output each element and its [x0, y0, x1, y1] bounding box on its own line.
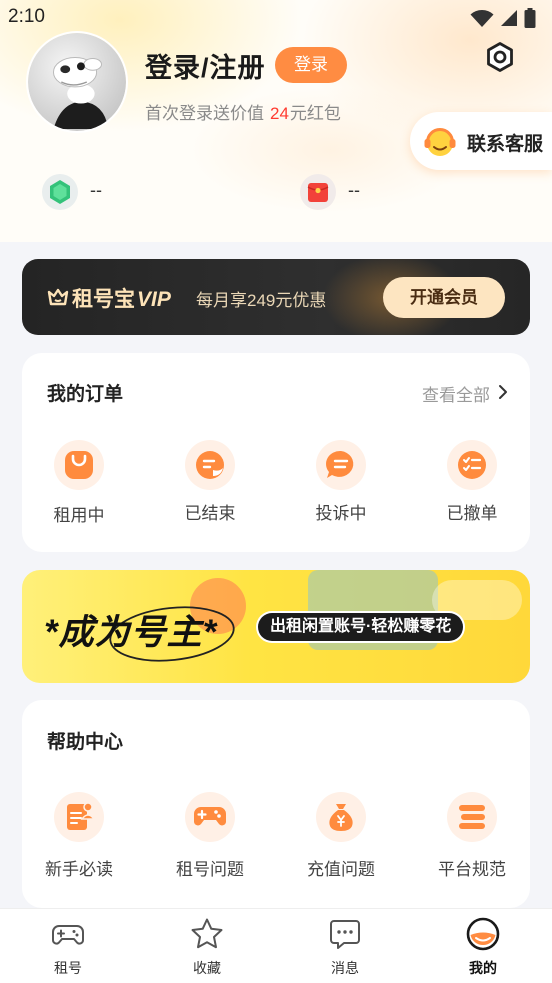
nav-mine[interactable]: 我的 — [438, 909, 528, 983]
help-title: 帮助中心 — [47, 732, 124, 753]
bag-icon — [54, 440, 104, 490]
guide-doc-icon — [54, 792, 104, 842]
wifi-icon — [470, 10, 494, 27]
vip-brand-name: 租号宝 — [72, 288, 135, 311]
red-envelope-icon[interactable] — [300, 174, 336, 210]
layers-icon — [447, 792, 497, 842]
contact-support-label: 联系客服 — [467, 134, 544, 155]
settings-icon[interactable] — [484, 41, 516, 73]
vip-banner[interactable]: 租号宝VIP 每月享249元优惠 开通会员 — [22, 259, 530, 335]
vip-brand: 租号宝VIP — [72, 283, 171, 313]
signup-promo-text: 首次登录送价值 24元红包 — [145, 99, 341, 124]
nav-rent-label: 租号 — [54, 960, 82, 976]
status-time: 2:10 — [8, 6, 45, 27]
promo-amount: 24 — [270, 104, 289, 123]
promo-prefix: 首次登录送价值 — [145, 104, 264, 123]
avatar[interactable] — [28, 33, 126, 131]
login-register-title[interactable]: 登录/注册 — [145, 46, 266, 85]
help-platform-rules-label: 平台规范 — [438, 860, 506, 879]
order-finished[interactable]: 已结束 — [155, 440, 265, 523]
nav-favorites-label: 收藏 — [193, 960, 221, 976]
order-complaint[interactable]: 投诉中 — [286, 440, 396, 523]
green-gem-icon[interactable] — [42, 174, 78, 210]
login-button[interactable]: 登录 — [275, 47, 347, 83]
money-bag-icon — [316, 792, 366, 842]
help-platform-rules[interactable]: 平台规范 — [417, 792, 527, 879]
headset-icon — [424, 128, 456, 156]
finished-doc-icon — [185, 440, 235, 490]
avatar-character-icon — [28, 33, 126, 131]
battery-icon — [524, 8, 536, 28]
view-all-orders-link[interactable]: 查看全部 — [422, 381, 490, 406]
open-vip-button[interactable]: 开通会员 — [383, 277, 505, 318]
order-renting-label: 租用中 — [53, 506, 105, 525]
banner-tagline: 出租闲置账号·轻松赚零花 — [258, 613, 464, 641]
status-icons — [470, 7, 536, 29]
crown-icon — [47, 288, 69, 306]
help-recharge-questions[interactable]: 充值问题 — [286, 792, 396, 879]
bottom-nav: 租号 收藏 消息 我的 — [0, 908, 552, 983]
profile-face-icon — [466, 917, 500, 951]
orders-title: 我的订单 — [47, 384, 124, 405]
complaint-bubble-icon — [316, 440, 366, 490]
chevron-right-icon[interactable] — [498, 384, 508, 400]
gamepad-icon — [185, 792, 235, 842]
help-center-card: 帮助中心 新手必读 租号问题 充值问题 平台规范 — [22, 700, 530, 908]
contact-support-button[interactable]: 联系客服 — [410, 112, 552, 170]
vip-benefit-text: 每月享249元优惠 — [196, 291, 327, 310]
help-recharge-questions-label: 充值问题 — [307, 860, 375, 879]
vip-brand-tag: VIP — [137, 288, 171, 311]
order-renting[interactable]: 租用中 — [24, 440, 134, 525]
nav-favorites[interactable]: 收藏 — [162, 909, 252, 983]
become-owner-banner[interactable]: *成为号主* 出租闲置账号·轻松赚零花 — [22, 570, 530, 683]
screen: 2:10 登录/注册 登录 首次登录送价值 24元红包 联系客服 -- -- 租… — [0, 0, 552, 983]
cancelled-list-icon — [447, 440, 497, 490]
promo-suffix: 元红包 — [289, 104, 341, 123]
order-cancelled[interactable]: 已撤单 — [417, 440, 527, 523]
help-beginner-guide-label: 新手必读 — [45, 860, 113, 879]
help-rental-questions[interactable]: 租号问题 — [155, 792, 265, 879]
signal-icon — [501, 10, 517, 26]
my-orders-card: 我的订单 查看全部 租用中 已结束 投诉中 已撤单 — [22, 353, 530, 552]
nav-messages[interactable]: 消息 — [300, 909, 390, 983]
order-cancelled-label: 已撤单 — [446, 504, 498, 523]
gem-balance-value: -- — [90, 180, 102, 200]
order-finished-label: 已结束 — [184, 504, 236, 523]
star-icon — [191, 918, 223, 949]
nav-rent[interactable]: 租号 — [23, 909, 113, 983]
nav-mine-label: 我的 — [469, 960, 497, 976]
banner-headline: *成为号主* — [44, 613, 218, 652]
help-rental-questions-label: 租号问题 — [176, 860, 244, 879]
chat-icon — [330, 920, 360, 949]
red-envelope-value: -- — [348, 180, 360, 200]
nav-messages-label: 消息 — [331, 960, 359, 976]
gamepad-outline-icon — [51, 925, 85, 945]
help-beginner-guide[interactable]: 新手必读 — [24, 792, 134, 879]
order-complaint-label: 投诉中 — [315, 504, 367, 523]
